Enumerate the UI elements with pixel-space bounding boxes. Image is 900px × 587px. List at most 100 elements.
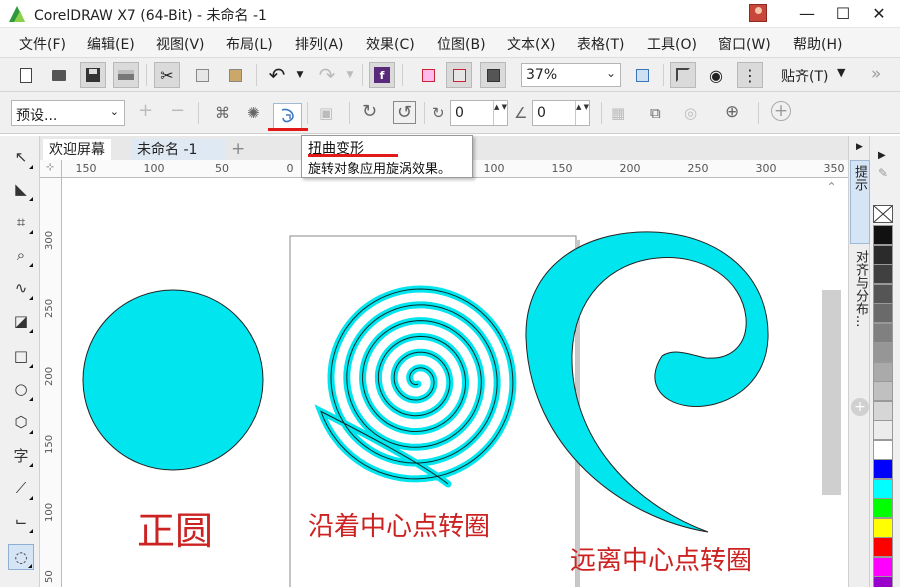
rectangle-tool[interactable]: □	[8, 343, 34, 369]
complete-rotations-stepper[interactable]: 0 ▲ ▼	[450, 100, 508, 126]
dock-tab-hints[interactable]: 提示	[850, 160, 870, 244]
color-swatch[interactable]	[873, 517, 893, 538]
ellipse-tool[interactable]: ○	[8, 376, 34, 402]
menu-tools[interactable]: 工具(O)	[647, 34, 697, 54]
color-swatch[interactable]	[873, 420, 893, 440]
shape-tool[interactable]: ◣	[8, 176, 34, 202]
show-grid-button[interactable]: ◉	[703, 62, 729, 88]
undo-list-button[interactable]: ▼	[287, 62, 313, 88]
additional-degrees-stepper[interactable]: 0 ▲ ▼	[532, 100, 590, 126]
pick-tool[interactable]: ↖	[8, 144, 34, 170]
spiral-shape[interactable]	[314, 285, 517, 488]
tab-untitled-document[interactable]: 未命名 -1	[131, 139, 225, 160]
convert-to-curves-icon[interactable]: ⧉	[650, 104, 661, 122]
color-swatch[interactable]	[873, 459, 893, 479]
export-button[interactable]	[415, 62, 441, 88]
color-swatch[interactable]	[873, 283, 893, 304]
cut-button[interactable]: ✂	[154, 62, 180, 88]
color-swatch[interactable]	[873, 537, 893, 557]
docker-menu-icon[interactable]: ▶	[856, 142, 863, 152]
crop-tool[interactable]: ⌗	[8, 209, 34, 235]
menu-window[interactable]: 窗口(W)	[718, 34, 771, 54]
distortion-center-icon[interactable]: ◎	[684, 104, 697, 122]
spin-arrows-icon[interactable]: ▲ ▼	[575, 101, 589, 125]
open-button[interactable]	[46, 62, 72, 88]
smart-fill-tool[interactable]: ◪	[8, 308, 34, 334]
text-tool[interactable]: 字	[8, 442, 34, 468]
color-swatch[interactable]	[873, 498, 893, 518]
menu-help[interactable]: 帮助(H)	[793, 34, 842, 54]
no-fill-swatch[interactable]	[873, 205, 893, 223]
center-distortion-icon[interactable]: ⊕	[725, 102, 739, 122]
copy-distortion-icon[interactable]: ▦	[611, 104, 625, 122]
pdf-button[interactable]	[480, 62, 506, 88]
circle-shape[interactable]	[82, 289, 264, 471]
add-preset-icon[interactable]: +	[138, 100, 153, 121]
zoom-tool[interactable]: ⌕	[8, 242, 34, 268]
spin-arrows-icon[interactable]: ▲ ▼	[493, 101, 507, 125]
drawing-canvas[interactable]: 正圆 沿着中心点转圈 远离中心点转圈	[62, 178, 848, 587]
show-rulers-button[interactable]	[670, 62, 696, 88]
clockwise-rotation-icon[interactable]: ↻	[362, 101, 377, 122]
fullscreen-preview-button[interactable]	[629, 62, 655, 88]
eyedropper-icon[interactable]: ✎	[878, 166, 888, 180]
menu-arrange[interactable]: 排列(A)	[295, 34, 344, 54]
menu-edit[interactable]: 编辑(E)	[87, 34, 135, 54]
menu-file[interactable]: 文件(F)	[19, 34, 66, 54]
color-swatch[interactable]	[873, 381, 893, 401]
connector-tool[interactable]: ⌙	[8, 508, 34, 534]
color-swatch[interactable]	[873, 244, 893, 265]
zipper-distort-icon[interactable]: ✺	[247, 104, 260, 122]
dock-tab-align-distribute[interactable]: 对齐与分布...	[850, 246, 870, 376]
close-button[interactable]: ✕	[862, 0, 896, 26]
color-swatch[interactable]	[873, 264, 893, 284]
snap-to-dropdown[interactable]: 贴齐(T)	[781, 66, 828, 86]
menu-effects[interactable]: 效果(C)	[366, 34, 415, 54]
color-swatch[interactable]	[873, 400, 893, 421]
palette-menu-icon[interactable]: ▶	[878, 150, 886, 161]
copy-button[interactable]	[189, 62, 215, 88]
clear-distortion-icon[interactable]: ▣	[319, 104, 333, 122]
color-swatch[interactable]	[873, 322, 893, 343]
menu-layout[interactable]: 布局(L)	[226, 34, 273, 54]
tab-welcome-screen[interactable]: 欢迎屏幕	[43, 139, 111, 160]
color-swatch[interactable]	[873, 342, 893, 362]
ruler-origin-corner[interactable]: ⊹	[40, 160, 62, 178]
parallel-dimension-tool[interactable]: ⟋	[8, 475, 34, 501]
distort-tool[interactable]: ◌	[8, 544, 34, 570]
add-docker-button[interactable]: +	[851, 398, 869, 416]
remove-preset-icon[interactable]: −	[170, 100, 185, 121]
push-pull-distort-icon[interactable]: ⌘	[215, 104, 230, 122]
menu-bitmaps[interactable]: 位图(B)	[437, 34, 486, 54]
color-swatch[interactable]	[873, 478, 893, 499]
maximize-button[interactable]: ☐	[826, 0, 860, 26]
paste-button[interactable]	[222, 62, 248, 88]
freehand-tool[interactable]: ∿	[8, 275, 34, 301]
polygon-tool[interactable]: ⬡	[8, 409, 34, 435]
zoom-level-select[interactable]: 37% ⌄	[521, 63, 621, 87]
toolbar-overflow-icon[interactable]: »	[871, 64, 881, 84]
color-swatch[interactable]	[873, 556, 893, 577]
twister-distort-button[interactable]	[273, 103, 302, 129]
color-swatch[interactable]	[873, 303, 893, 323]
color-swatch[interactable]	[873, 439, 893, 460]
add-control-icon[interactable]: +	[771, 101, 791, 121]
swirl-shape[interactable]	[525, 231, 769, 533]
new-document-button[interactable]	[13, 62, 39, 88]
redo-list-button[interactable]: ▼	[337, 62, 363, 88]
import-button[interactable]: f	[369, 62, 395, 88]
user-avatar[interactable]	[749, 4, 767, 22]
publish-button[interactable]	[446, 62, 472, 88]
color-swatch[interactable]	[873, 576, 893, 587]
scroll-up-icon[interactable]: ⌃	[822, 180, 841, 210]
color-swatch[interactable]	[873, 225, 893, 245]
add-tab-button[interactable]: +	[225, 139, 245, 160]
vertical-scrollbar-thumb[interactable]	[822, 290, 841, 495]
show-guidelines-button[interactable]: ⋮	[737, 62, 763, 88]
preset-select[interactable]: 预设... ⌄	[11, 100, 125, 126]
counterclockwise-rotation-icon[interactable]: ↺	[393, 101, 417, 124]
chevron-down-icon[interactable]: ▼	[837, 66, 845, 79]
color-swatch[interactable]	[873, 361, 893, 382]
menu-text[interactable]: 文本(X)	[507, 34, 556, 54]
menu-table[interactable]: 表格(T)	[577, 34, 624, 54]
